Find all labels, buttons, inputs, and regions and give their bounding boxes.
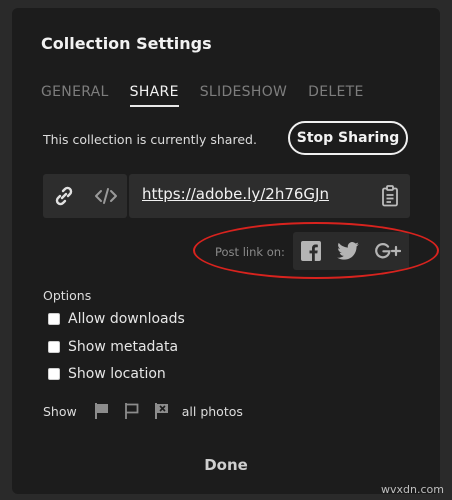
watermark: wvxdn.com <box>381 483 444 496</box>
dialog-title: Collection Settings <box>41 34 212 53</box>
share-url-link[interactable]: https://adobe.ly/2h76GJn <box>142 185 329 203</box>
options-heading: Options <box>43 288 92 303</box>
tab-share[interactable]: SHARE <box>129 84 179 107</box>
link-type-toggle <box>43 174 127 218</box>
tab-general[interactable]: GENERAL <box>41 84 109 107</box>
code-embed-icon[interactable] <box>85 174 127 218</box>
show-location-checkbox[interactable] <box>48 368 60 380</box>
flag-filled-icon[interactable] <box>92 401 112 421</box>
show-location-option[interactable]: Show location <box>48 366 166 382</box>
done-button[interactable]: Done <box>12 456 440 474</box>
allow-downloads-label: Allow downloads <box>68 311 185 327</box>
twitter-icon[interactable] <box>337 242 359 260</box>
flag-outline-icon[interactable] <box>122 401 142 421</box>
clipboard-icon[interactable] <box>379 184 401 208</box>
share-status-text: This collection is currently shared. <box>43 132 257 147</box>
show-label: Show <box>43 403 77 419</box>
link-icon[interactable] <box>43 174 85 218</box>
show-metadata-option[interactable]: Show metadata <box>48 339 178 355</box>
flag-rejected-icon[interactable] <box>152 401 172 421</box>
tab-slideshow[interactable]: SLIDESHOW <box>200 84 287 107</box>
allow-downloads-checkbox[interactable] <box>48 313 60 325</box>
show-metadata-label: Show metadata <box>68 339 179 355</box>
google-plus-icon[interactable] <box>375 242 401 260</box>
show-location-label: Show location <box>68 366 166 382</box>
show-metadata-checkbox[interactable] <box>48 341 60 353</box>
collection-settings-dialog: Collection Settings GENERAL SHARE SLIDES… <box>12 8 440 494</box>
allow-downloads-option[interactable]: Allow downloads <box>48 311 185 327</box>
facebook-icon[interactable] <box>301 241 321 261</box>
social-share-bar <box>293 232 409 270</box>
share-url-field[interactable]: https://adobe.ly/2h76GJn <box>129 174 410 218</box>
stop-sharing-button[interactable]: Stop Sharing <box>288 121 408 155</box>
post-link-label: Post link on: <box>215 245 285 259</box>
show-filter-row: Show all photos <box>43 401 243 421</box>
tab-bar: GENERAL SHARE SLIDESHOW DELETE <box>41 84 364 107</box>
all-photos-label: all photos <box>181 403 243 419</box>
tab-delete[interactable]: DELETE <box>308 84 363 107</box>
